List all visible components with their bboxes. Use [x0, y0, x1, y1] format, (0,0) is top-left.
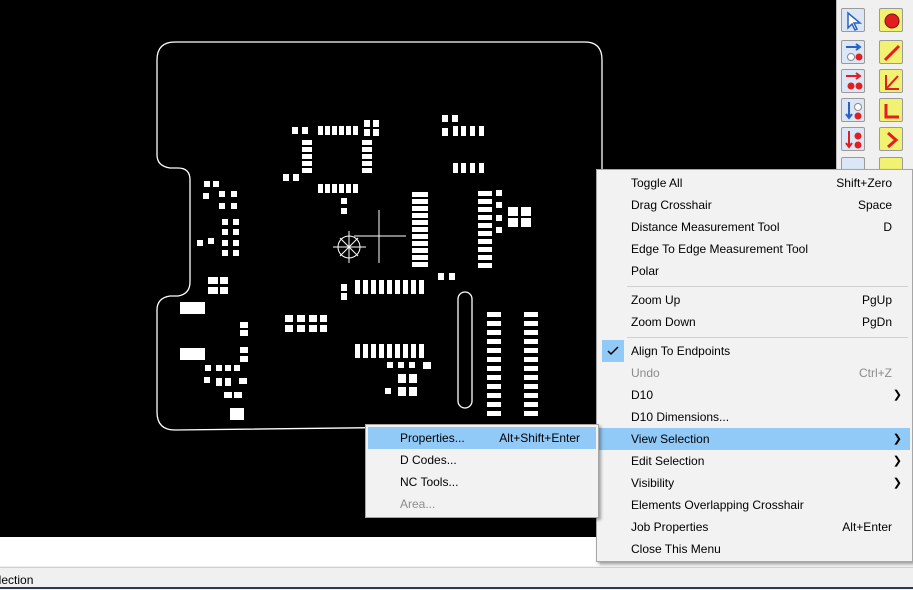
- menu-item-close-menu[interactable]: Close This Menu: [599, 538, 910, 560]
- pads: [180, 115, 538, 420]
- checkmark-icon: [602, 340, 624, 362]
- menu-item-align-to-endpoints[interactable]: Align To Endpoints: [599, 340, 910, 362]
- submenu-item-d-codes[interactable]: D Codes...: [368, 449, 596, 471]
- slot-outline: [457, 291, 473, 409]
- menu-item-d10-dimensions[interactable]: D10 Dimensions...: [599, 406, 910, 428]
- menu-item-edge-measurement[interactable]: Edge To Edge Measurement Tool: [599, 238, 910, 260]
- chevron-right-icon[interactable]: [879, 127, 903, 151]
- move-down-icon[interactable]: [841, 98, 865, 122]
- submenu-item-properties[interactable]: Properties... Alt+Shift+Enter: [368, 427, 596, 449]
- menu-separator: [627, 286, 908, 287]
- submenu-item-nc-tools[interactable]: NC Tools...: [368, 471, 596, 493]
- tool-palette: [836, 0, 913, 170]
- move-red-icon[interactable]: [841, 69, 865, 93]
- context-menu: Toggle All Shift+Zero Drag Crosshair Spa…: [596, 169, 913, 562]
- circle-icon[interactable]: [879, 8, 903, 32]
- menu-item-visibility[interactable]: Visibility ❯: [599, 472, 910, 494]
- menu-item-zoom-down[interactable]: Zoom Down PgDn: [599, 311, 910, 333]
- menu-item-zoom-up[interactable]: Zoom Up PgUp: [599, 289, 910, 311]
- crosshair: [333, 210, 406, 263]
- submenu-item-area: Area...: [400, 497, 436, 511]
- select-arrow-icon[interactable]: [841, 8, 865, 32]
- move-down-red-icon[interactable]: [841, 127, 865, 151]
- menu-item-job-properties[interactable]: Job Properties Alt+Enter: [599, 516, 910, 538]
- chevron-right-icon: ❯: [892, 389, 902, 401]
- menu-item-edit-selection[interactable]: Edit Selection ❯: [599, 450, 910, 472]
- chevron-right-icon: ❯: [892, 455, 902, 467]
- corner-icon[interactable]: [879, 98, 903, 122]
- menu-item-elements-overlapping[interactable]: Elements Overlapping Crosshair: [599, 494, 910, 516]
- menu-item-toggle-all[interactable]: Toggle All Shift+Zero: [599, 172, 910, 194]
- view-selection-submenu: Properties... Alt+Shift+Enter D Codes...…: [365, 424, 599, 518]
- menu-item-undo: Undo Ctrl+Z: [631, 366, 892, 380]
- menu-item-view-selection[interactable]: View Selection ❯: [599, 428, 910, 450]
- angle-icon[interactable]: [879, 69, 903, 93]
- chevron-right-icon: ❯: [892, 433, 902, 445]
- output-panel: [0, 537, 600, 566]
- move-icon[interactable]: [841, 40, 865, 64]
- menu-item-d10[interactable]: D10 ❯: [599, 384, 910, 406]
- menu-item-polar[interactable]: Polar: [599, 260, 910, 282]
- status-text: election: [0, 573, 34, 587]
- menu-item-distance-measurement[interactable]: Distance Measurement Tool D: [599, 216, 910, 238]
- line-icon[interactable]: [879, 40, 903, 64]
- chevron-right-icon: ❯: [892, 477, 902, 489]
- menu-item-drag-crosshair[interactable]: Drag Crosshair Space: [599, 194, 910, 216]
- menu-separator: [627, 337, 908, 338]
